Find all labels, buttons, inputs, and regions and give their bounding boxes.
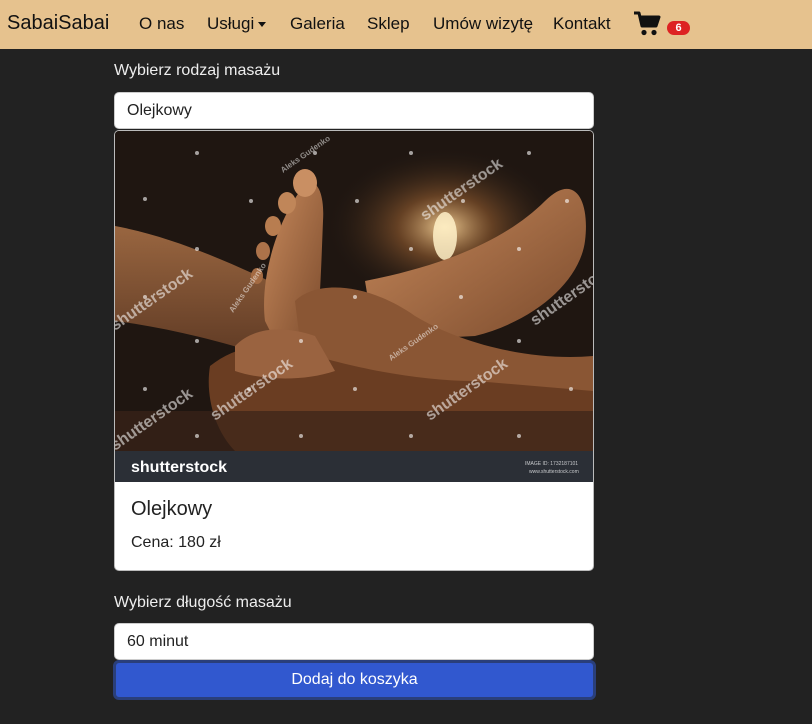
card-price: Cena: 180 zł xyxy=(131,534,221,551)
brand-logo[interactable]: SabaiSabai xyxy=(7,12,109,35)
massage-type-select[interactable]: Olejkowy xyxy=(114,92,594,129)
image-id-text: IMAGE ID: 1732187101 xyxy=(525,461,578,467)
duration-select[interactable]: 60 minut xyxy=(114,623,594,660)
nav-galeria[interactable]: Galeria xyxy=(290,14,345,34)
nav-umow-wizyte[interactable]: Umów wizytę xyxy=(433,14,533,34)
massage-photo: shutterstock shutterstock shutterstock s… xyxy=(115,131,593,482)
massage-type-label: Wybierz rodzaj masażu xyxy=(114,62,281,79)
image-site-text: www.shutterstock.com xyxy=(529,469,579,475)
image-brand-text: shutterstock xyxy=(131,459,227,476)
nav-uslugi-dropdown[interactable]: Usługi xyxy=(207,14,267,34)
shopping-cart-icon[interactable] xyxy=(633,11,661,37)
duration-label: Wybierz długość masażu xyxy=(114,594,292,611)
nav-sklep[interactable]: Sklep xyxy=(367,14,410,34)
massage-card: shutterstock shutterstock shutterstock s… xyxy=(114,130,594,571)
nav-kontakt[interactable]: Kontakt xyxy=(553,14,611,34)
nav-uslugi-label: Usługi xyxy=(207,14,255,33)
nav-o-nas[interactable]: O nas xyxy=(139,14,184,34)
card-title: Olejkowy xyxy=(131,498,213,520)
cart-count-badge: 6 xyxy=(667,21,690,35)
add-to-cart-button[interactable]: Dodaj do koszyka xyxy=(113,660,596,700)
caret-down-icon xyxy=(258,22,267,28)
navbar: SabaiSabai O nas Usługi Galeria Sklep Um… xyxy=(0,0,812,49)
